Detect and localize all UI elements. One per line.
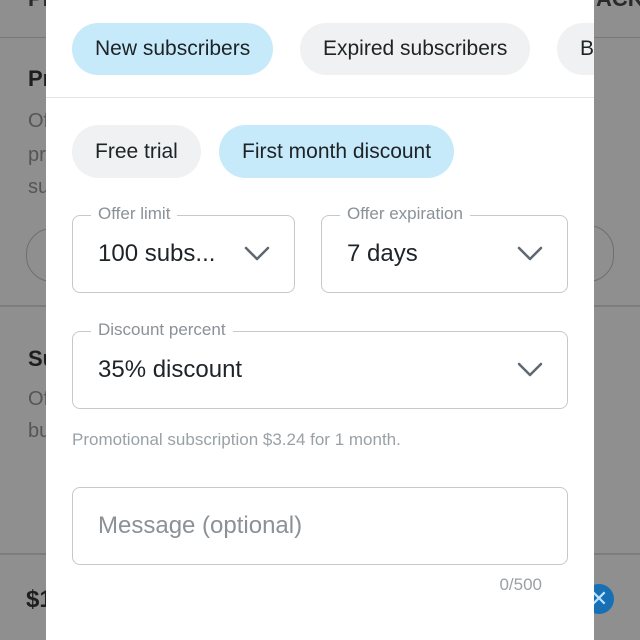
chip-first-month-discount[interactable]: First month discount [219, 125, 455, 178]
background-text-line: pr [28, 144, 46, 166]
tab-third[interactable]: B [557, 23, 594, 75]
chevron-down-icon [517, 246, 543, 261]
chevron-down-icon [517, 362, 543, 377]
offer-sheet: New subscribers Expired subscribers B Fr… [46, 0, 594, 640]
tab-new-subscribers[interactable]: New subscribers [72, 23, 274, 75]
offer-limit-select[interactable]: Offer limit 100 subs... [72, 203, 295, 293]
discount-percent-value: 35% discount [98, 356, 243, 383]
character-counter: 0/500 [499, 575, 542, 594]
offer-expiration-value: 7 days [347, 240, 418, 267]
offer-expiration-select[interactable]: Offer expiration 7 days [321, 203, 568, 293]
audience-tabs: New subscribers Expired subscribers B [46, 0, 594, 98]
promotion-summary: Promotional subscription $3.24 for 1 mon… [72, 430, 401, 449]
discount-percent-select[interactable]: Discount percent 35% discount [72, 319, 568, 409]
background-tab-right: ACK [596, 0, 640, 12]
message-placeholder: Message (optional) [98, 512, 303, 539]
message-field[interactable]: Message (optional) [72, 487, 568, 565]
chevron-down-icon [244, 246, 270, 261]
chip-free-trial[interactable]: Free trial [72, 125, 201, 178]
tab-expired-subscribers[interactable]: Expired subscribers [300, 23, 531, 75]
offer-limit-value: 100 subs... [98, 240, 216, 267]
